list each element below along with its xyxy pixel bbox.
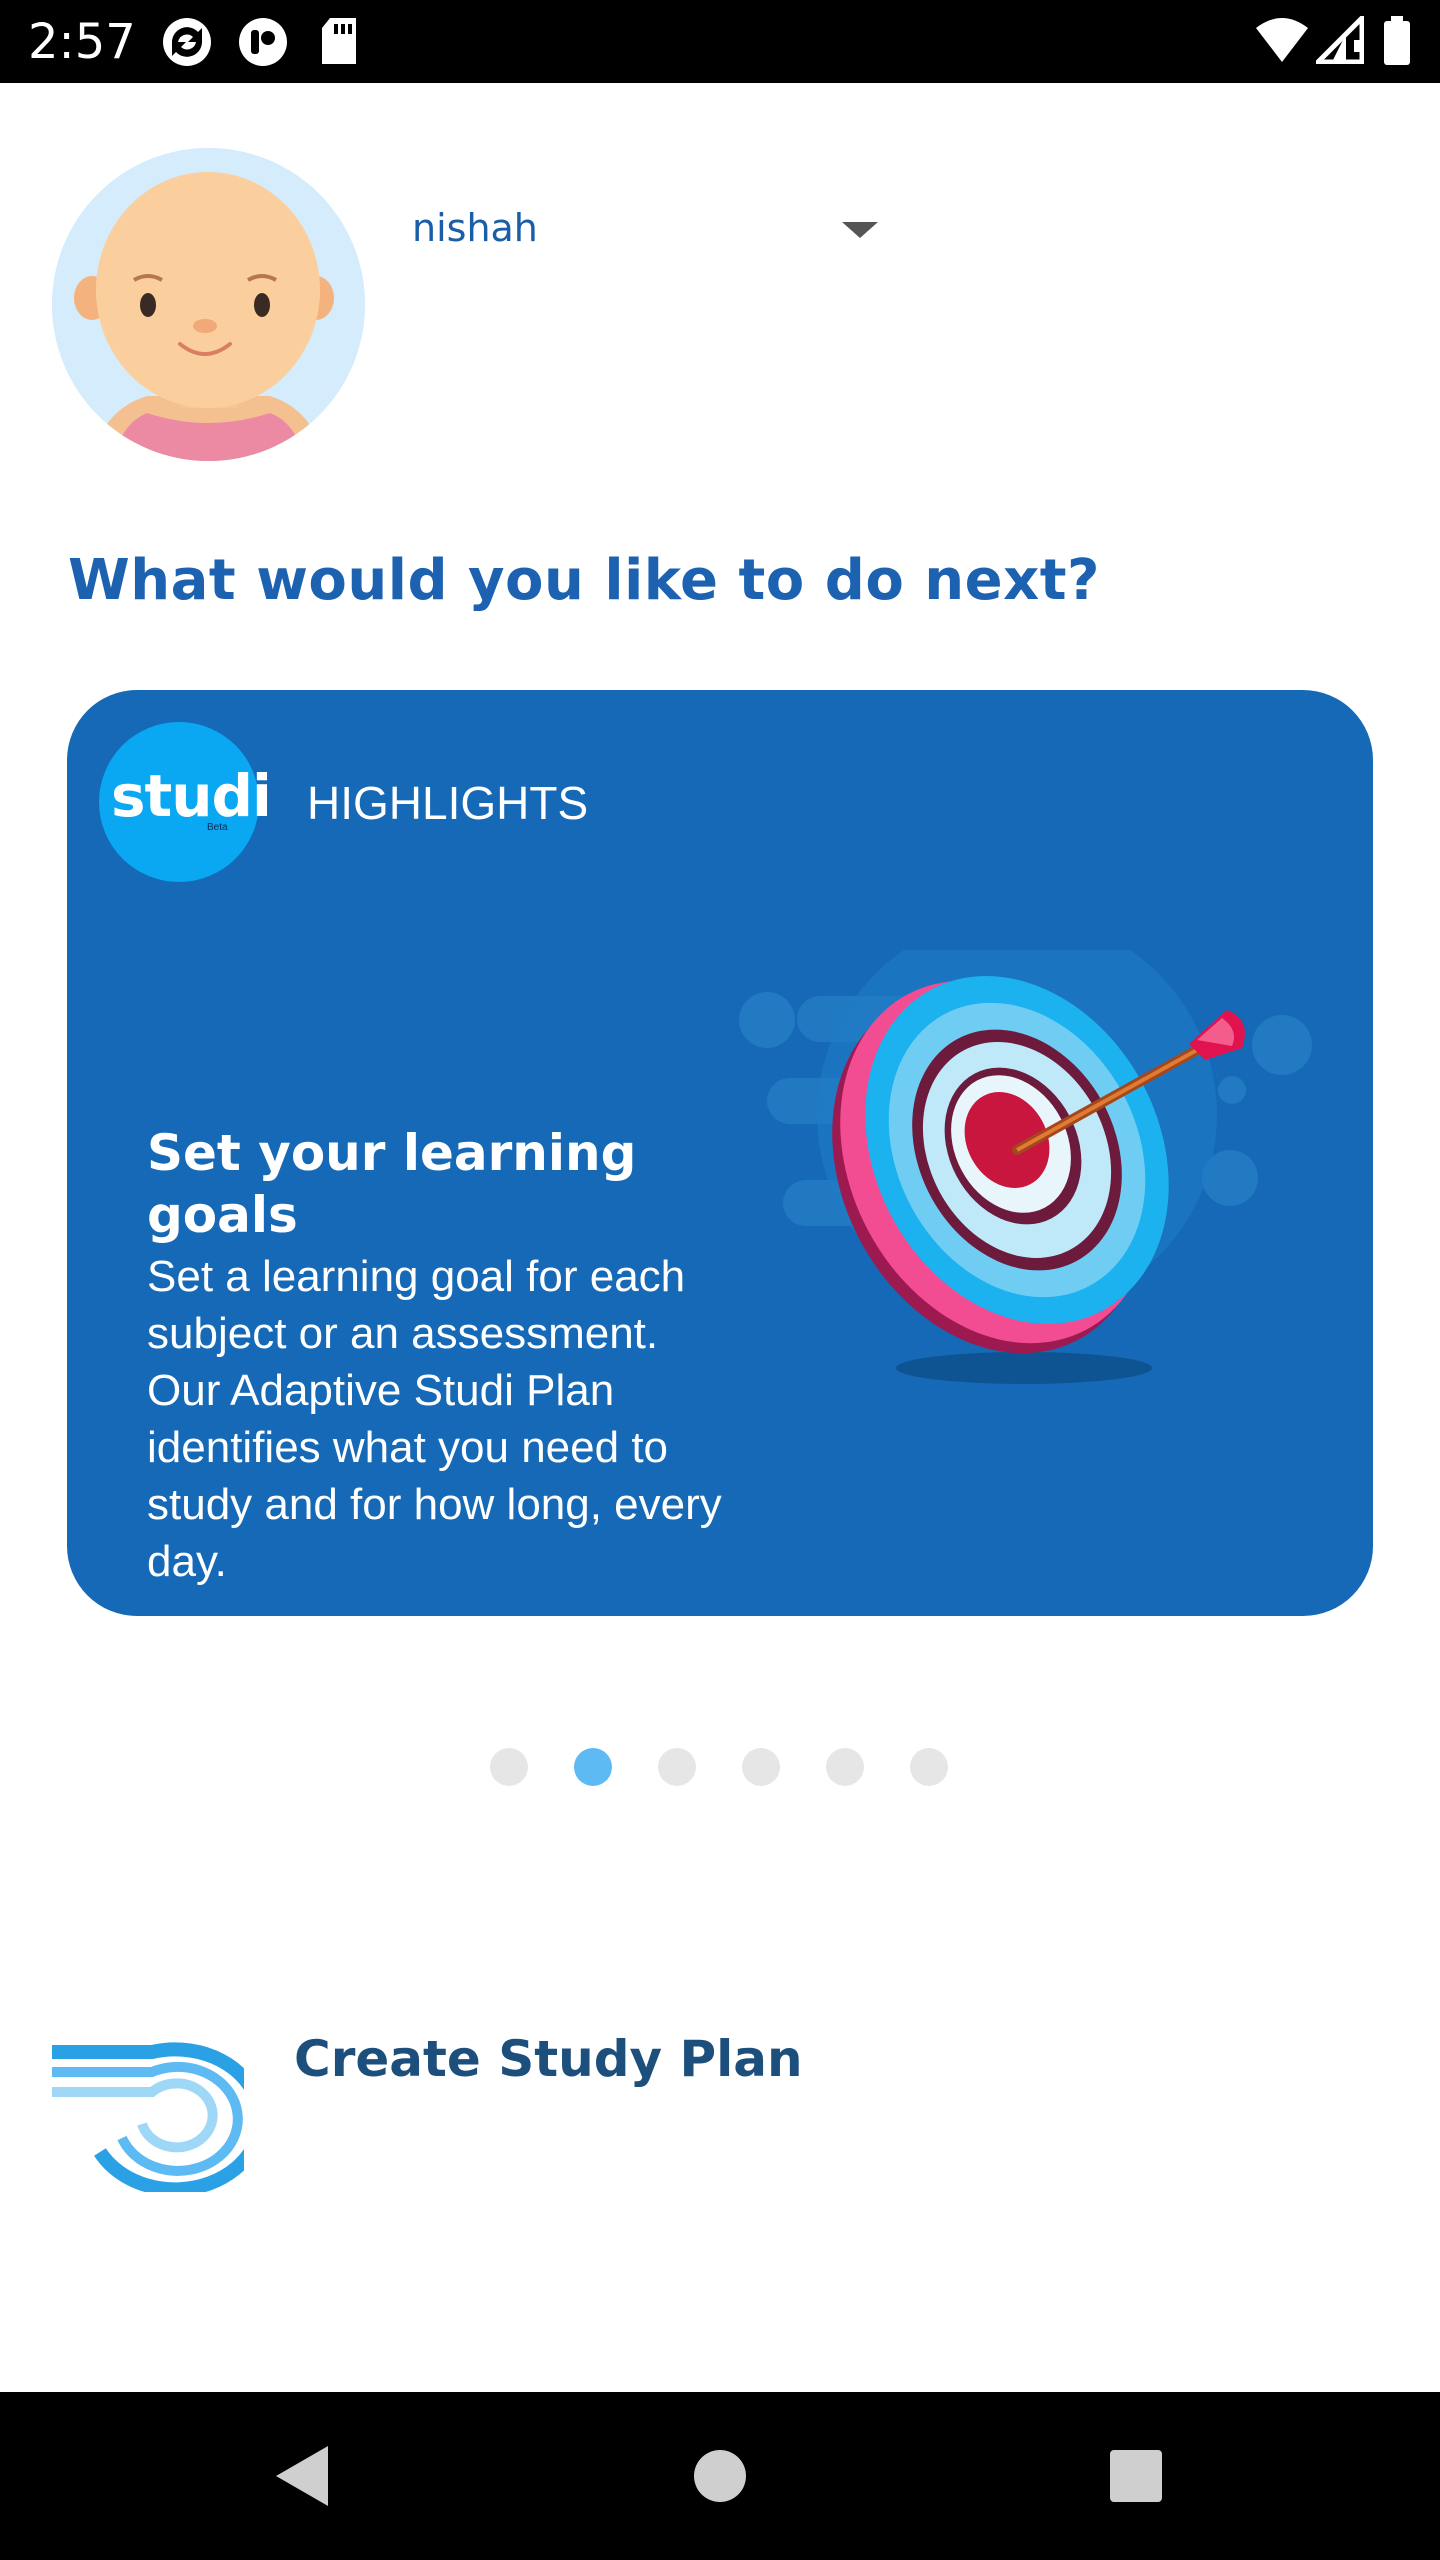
pagination-dot[interactable] xyxy=(826,1748,864,1786)
back-icon[interactable] xyxy=(264,2436,344,2516)
system-navigation-bar xyxy=(0,2392,1440,2560)
pagination-dot[interactable] xyxy=(910,1748,948,1786)
signal-icon xyxy=(1316,16,1364,64)
card-description: Set a learning goal for each subject or … xyxy=(147,1252,722,1586)
brand-sub: Beta xyxy=(207,822,228,833)
sync-icon xyxy=(163,18,211,66)
study-plan-swirl-icon xyxy=(52,2042,244,2192)
create-study-plan-button[interactable]: Create Study Plan xyxy=(52,2030,1392,2210)
child-avatar-icon xyxy=(52,148,365,461)
create-study-plan-label: Create Study Plan xyxy=(294,2030,803,2088)
wifi-icon xyxy=(1256,18,1308,62)
pagination-dot[interactable] xyxy=(490,1748,528,1786)
card-section-label: HIGHLIGHTS xyxy=(307,777,589,829)
user-select-dropdown[interactable]: nishah xyxy=(412,196,892,266)
avatar[interactable] xyxy=(52,148,365,461)
pagination-dot[interactable] xyxy=(658,1748,696,1786)
pagination-dot[interactable] xyxy=(574,1748,612,1786)
page-title: What would you like to do next? xyxy=(68,548,1101,613)
pagination-dot[interactable] xyxy=(742,1748,780,1786)
notification-app-icon xyxy=(239,18,287,66)
card-title: Set your learning goals xyxy=(147,1124,637,1244)
dartboard-target-icon xyxy=(739,950,1312,1384)
home-icon[interactable] xyxy=(680,2436,760,2516)
status-time: 2:57 xyxy=(28,14,136,70)
battery-icon xyxy=(1384,16,1410,65)
brand-name: studi xyxy=(111,762,272,830)
username-label: nishah xyxy=(412,206,538,250)
highlight-card[interactable]: studi Beta HIGHLIGHTS Set your learning … xyxy=(67,690,1373,1616)
chevron-down-icon[interactable] xyxy=(842,222,878,238)
recents-icon[interactable] xyxy=(1096,2436,1176,2516)
studi-logo: studi Beta xyxy=(99,722,272,882)
carousel-pagination xyxy=(490,1748,950,1788)
status-bar: 2:57 xyxy=(0,0,1440,83)
sd-card-icon xyxy=(322,18,356,64)
